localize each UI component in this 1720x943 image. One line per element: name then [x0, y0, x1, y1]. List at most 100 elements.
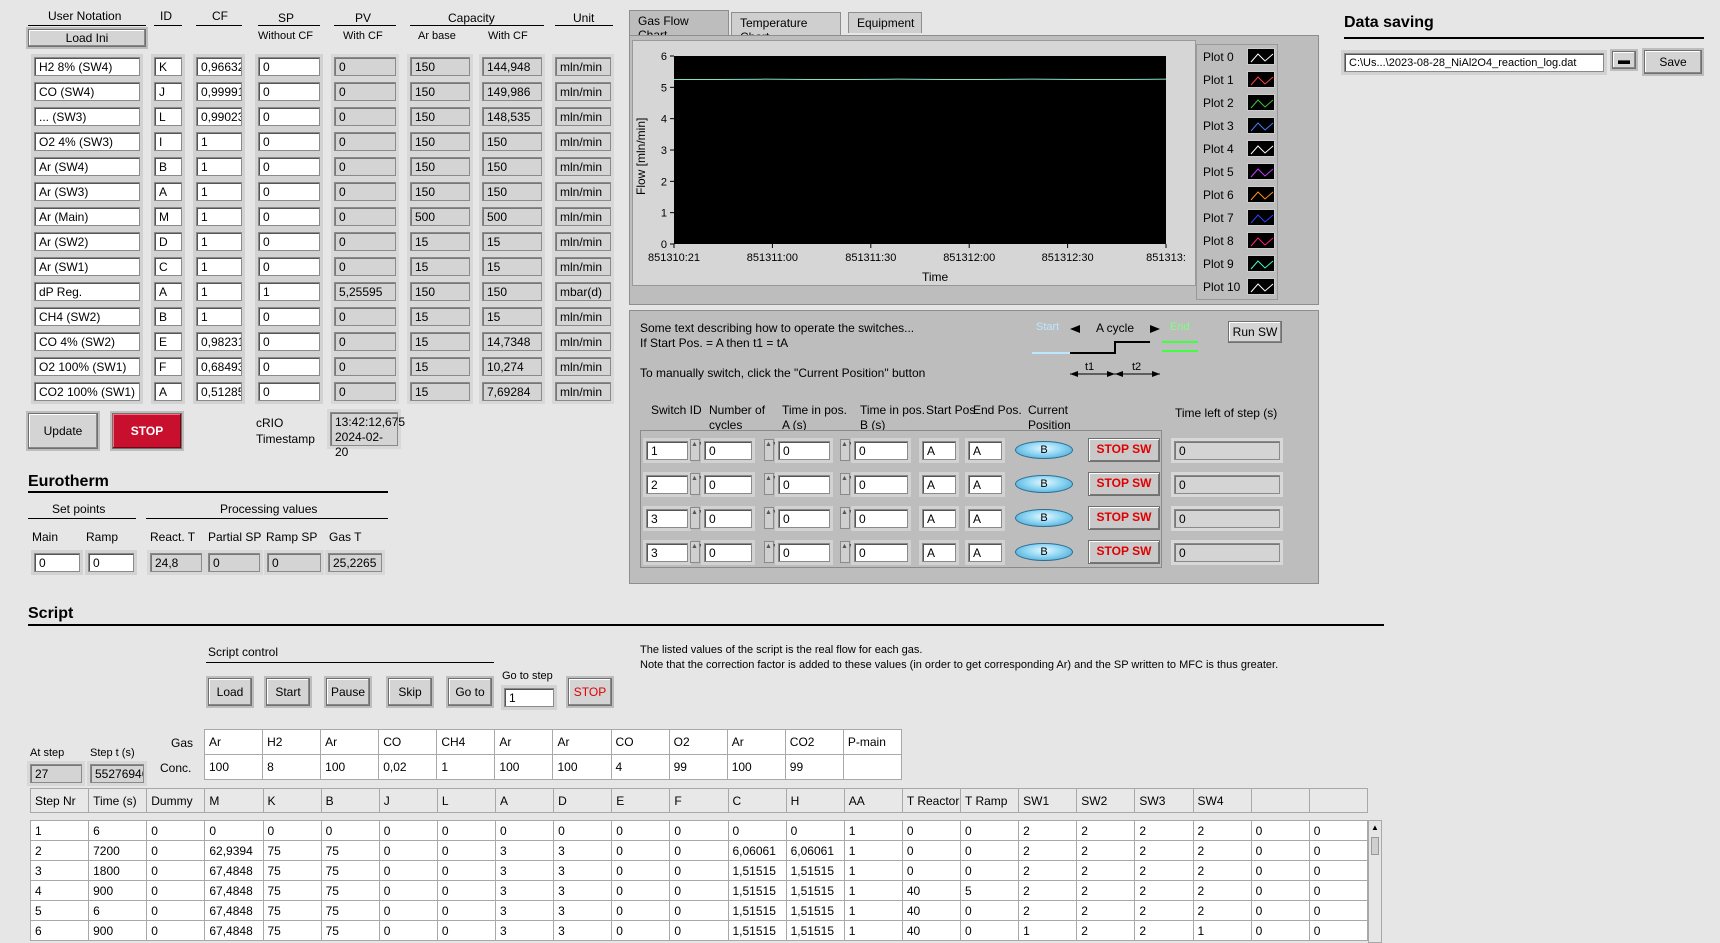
mfc-name-field[interactable]: CH4 (SW2): [34, 307, 140, 326]
table-cell[interactable]: 40: [901, 900, 962, 921]
table-cell[interactable]: 0: [611, 860, 671, 881]
conc-cell[interactable]: 4: [610, 754, 670, 780]
time-b-input[interactable]: 0: [854, 475, 908, 494]
table-row[interactable]: 6 900 0 67,4848 75 75 0 0 3 3 0 0 1,51515 1,51515 1 40 0…: [29, 920, 1369, 941]
table-cell[interactable]: 67,4848: [204, 860, 264, 881]
table-cell[interactable]: 2: [1018, 880, 1078, 901]
table-cell[interactable]: 75: [320, 900, 380, 921]
conc-cell[interactable]: 99: [668, 754, 728, 780]
table-cell[interactable]: 3: [494, 920, 555, 941]
table-cell[interactable]: 0: [669, 900, 729, 921]
table-cell[interactable]: 0: [611, 820, 671, 841]
time-a-input[interactable]: 0: [778, 543, 830, 562]
table-cell[interactable]: 2: [1076, 860, 1136, 881]
end-pos-input[interactable]: A: [968, 475, 1002, 494]
table-cell[interactable]: 3: [494, 880, 555, 901]
mfc-name-field[interactable]: CO2 100% (SW1): [34, 382, 140, 401]
script-column-header[interactable]: D: [553, 788, 613, 813]
mfc-id-field[interactable]: A: [154, 282, 182, 301]
mfc-sp-field[interactable]: 0: [258, 332, 320, 351]
table-row[interactable]: 5 6 0 67,4848 75 75 0 0 3 3 0 0 1,51515 1,51515 1 40 0 2 2…: [29, 900, 1369, 921]
cycles-stepper[interactable]: ▲▼: [764, 541, 779, 563]
mfc-sp-field[interactable]: 0: [258, 382, 320, 401]
stop-button[interactable]: STOP: [112, 413, 182, 449]
table-cell[interactable]: 0: [1308, 880, 1369, 901]
mfc-cf-field[interactable]: 0,96632: [196, 57, 242, 76]
mfc-id-field[interactable]: K: [154, 57, 182, 76]
table-cell[interactable]: 0: [378, 900, 438, 921]
mfc-name-field[interactable]: CO 4% (SW2): [34, 332, 140, 351]
table-cell[interactable]: 0: [436, 820, 497, 841]
switch-id-input[interactable]: 2: [646, 475, 688, 494]
mfc-name-field[interactable]: Ar (SW1): [34, 257, 140, 276]
table-cell[interactable]: 2: [1076, 920, 1136, 941]
legend-swatch-icon[interactable]: [1247, 255, 1275, 272]
table-cell[interactable]: 0: [436, 880, 497, 901]
table-cell[interactable]: 0: [436, 920, 497, 941]
table-cell[interactable]: 2: [1192, 860, 1252, 881]
current-position-button[interactable]: B: [1015, 543, 1073, 561]
mfc-cf-field[interactable]: 0,51285: [196, 382, 242, 401]
script-column-header[interactable]: SW2: [1076, 788, 1136, 813]
table-cell[interactable]: 900: [88, 920, 148, 941]
scroll-thumb[interactable]: [1371, 837, 1379, 855]
table-cell[interactable]: 3: [553, 860, 613, 881]
table-cell[interactable]: 1,51515: [785, 860, 845, 881]
gas-cell[interactable]: Ar: [203, 729, 264, 755]
current-position-button[interactable]: B: [1015, 441, 1073, 459]
mfc-sp-field[interactable]: 0: [258, 107, 320, 126]
mfc-sp-field[interactable]: 0: [258, 307, 320, 326]
conc-cell[interactable]: 0,02: [378, 754, 438, 780]
legend-swatch-icon[interactable]: [1247, 163, 1275, 180]
table-row[interactable]: 2 7200 0 62,9394 75 75 0 0 3 3 0 0 6,06061 6,06061 1 0 0…: [29, 840, 1369, 861]
mfc-sp-field[interactable]: 1: [258, 282, 320, 301]
table-cell[interactable]: 40: [901, 880, 962, 901]
table-cell[interactable]: 7200: [88, 840, 148, 861]
gas-cell[interactable]: H2: [262, 729, 322, 755]
current-position-button[interactable]: B: [1015, 475, 1073, 493]
mfc-cf-field[interactable]: 1: [196, 307, 242, 326]
mfc-cf-field[interactable]: 1: [196, 182, 242, 201]
table-cell[interactable]: 0: [611, 920, 671, 941]
browse-folder-icon[interactable]: ▬: [1612, 51, 1636, 69]
table-cell[interactable]: 75: [320, 920, 380, 941]
script-stop-button[interactable]: STOP: [568, 678, 612, 706]
table-cell[interactable]: 0: [378, 820, 438, 841]
mfc-name-field[interactable]: Ar (SW2): [34, 232, 140, 251]
mfc-id-field[interactable]: L: [154, 107, 182, 126]
stop-sw-button[interactable]: STOP SW: [1088, 472, 1160, 496]
mfc-id-field[interactable]: B: [154, 307, 182, 326]
switch-id-input[interactable]: 1: [646, 441, 688, 460]
table-cell[interactable]: 0: [146, 820, 206, 841]
mfc-sp-field[interactable]: 0: [258, 207, 320, 226]
mfc-name-field[interactable]: H2 8% (SW4): [34, 57, 140, 76]
start-pos-input[interactable]: A: [922, 543, 956, 562]
mfc-sp-field[interactable]: 0: [258, 57, 320, 76]
script-skip-button[interactable]: Skip: [388, 678, 432, 706]
table-cell[interactable]: 2: [1134, 840, 1194, 861]
table-cell[interactable]: 2: [1076, 880, 1136, 901]
table-cell[interactable]: 75: [262, 840, 322, 861]
start-pos-input[interactable]: A: [922, 509, 956, 528]
mfc-cf-field[interactable]: 1: [196, 157, 242, 176]
table-cell[interactable]: 3: [494, 840, 555, 861]
table-cell[interactable]: 0: [146, 920, 206, 941]
end-pos-input[interactable]: A: [968, 441, 1002, 460]
script-column-header[interactable]: [1250, 788, 1310, 813]
script-column-header[interactable]: C: [727, 788, 787, 813]
mfc-sp-field[interactable]: 0: [258, 82, 320, 101]
table-cell[interactable]: 900: [88, 880, 148, 901]
table-cell[interactable]: 0: [1250, 880, 1310, 901]
table-cell[interactable]: 2: [1018, 900, 1078, 921]
table-cell[interactable]: 0: [1308, 820, 1369, 841]
table-cell[interactable]: 6,06061: [785, 840, 845, 861]
conc-cell[interactable]: 100: [203, 754, 264, 780]
table-cell[interactable]: 67,4848: [204, 920, 264, 941]
table-cell[interactable]: 3: [553, 880, 613, 901]
table-cell[interactable]: 1,51515: [727, 920, 787, 941]
time-a-stepper[interactable]: ▲▼: [840, 541, 855, 563]
mfc-id-field[interactable]: I: [154, 132, 182, 151]
script-steps-table[interactable]: 1 6 0 0 0 0 0 0 0 0 0 0 0 0 1 0 0 2 2 2 2 0 0 2 7200 0 62,9394 75 75…: [29, 820, 1369, 941]
table-cell[interactable]: 6: [29, 920, 90, 941]
script-column-header[interactable]: E: [611, 788, 671, 813]
